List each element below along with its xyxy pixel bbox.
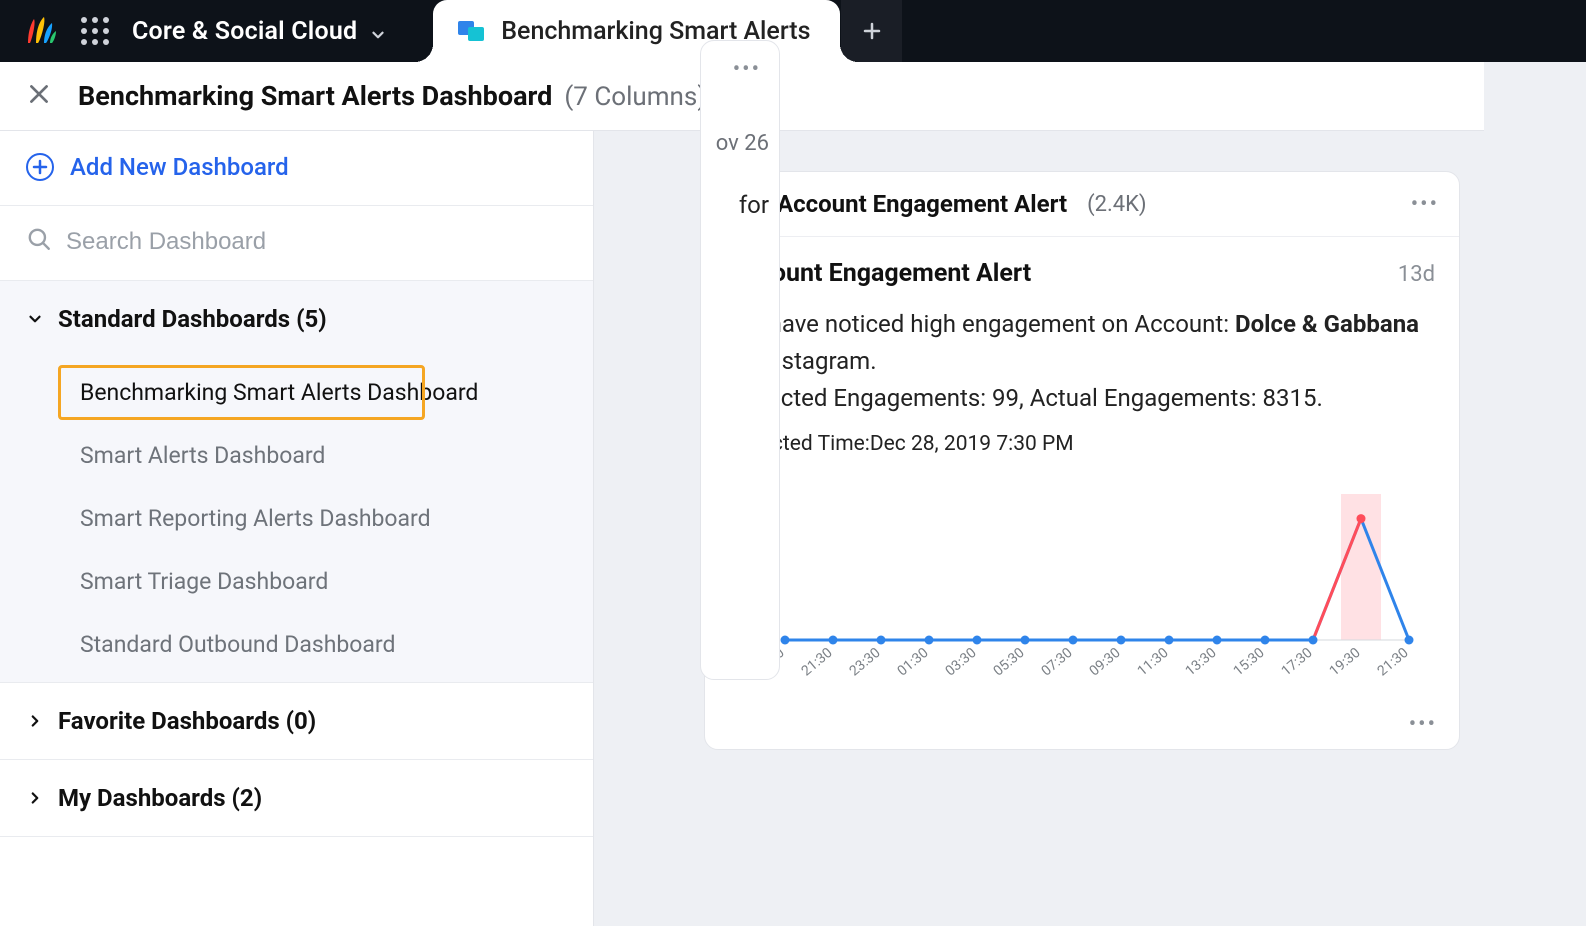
engagement-chart: 010K19:3021:3023:3001:3003:3005:3007:300… [729,486,1435,702]
chevron-down-icon [369,22,387,40]
page-column-count: (7 Columns) [564,82,706,112]
close-button[interactable] [26,81,52,111]
section-header-favorite[interactable]: Favorite Dashboards (0) [0,683,593,759]
section-label: Favorite Dashboards (0) [58,707,316,735]
card-header: Account Engagement Alert (2.4K) ••• [705,172,1459,237]
sidebar-item-smart-triage[interactable]: Smart Triage Dashboard [0,550,593,613]
alert-line2: Expected Engagements: 99, Actual Engagem… [729,384,1323,412]
pulse-icon [725,186,761,222]
svg-text:10K: 10K [745,486,775,505]
card-title: Account Engagement Alert [777,190,1067,218]
page-header: Benchmarking Smart Alerts Dashboard (7 C… [0,62,1484,131]
topbar-left: Core & Social Cloud [0,0,433,62]
alert-title: Account Engagement Alert [729,259,1031,288]
workspace-switcher[interactable]: Core & Social Cloud [132,17,411,46]
svg-text:07:30: 07:30 [1039,644,1076,679]
svg-text:09:30: 09:30 [1087,644,1124,679]
sidebar-item-benchmarking[interactable]: Benchmarking Smart Alerts Dashboard [0,361,593,424]
chevron-down-icon [26,310,44,328]
card-count: (2.4K) [1087,192,1147,217]
alert-account-name: Dolce & Gabbana [1235,310,1419,338]
sidebar-item-smart-reporting[interactable]: Smart Reporting Alerts Dashboard [0,487,593,550]
add-dashboard-button[interactable]: Add New Dashboard [0,131,593,206]
favorite-star-button[interactable] [746,81,772,111]
alert-description: We have noticed high engagement on Accou… [729,306,1435,418]
section-header-my[interactable]: My Dashboards (2) [0,760,593,836]
search-icon [26,226,52,258]
card-footer-more-button[interactable]: ••• [705,712,1459,749]
alert-heading-row: Account Engagement Alert 13d [729,259,1435,288]
chevron-right-icon [26,789,44,807]
page-title-wrap: Benchmarking Smart Alerts Dashboard (7 C… [78,80,706,112]
section-standard: Standard Dashboards (5) Benchmarking Sma… [0,281,593,683]
top-bar: Core & Social Cloud Benchmarking Smart A… [0,0,1586,62]
svg-text:11:30: 11:30 [1135,644,1172,679]
alert-age: 13d [1398,262,1435,287]
svg-text:03:30: 03:30 [943,644,980,679]
section-label: Standard Dashboards (5) [58,305,327,333]
sidebar-item-smart-alerts[interactable]: Smart Alerts Dashboard [0,424,593,487]
add-dashboard-label: Add New Dashboard [70,153,289,181]
plus-circle-icon [26,153,54,181]
chevron-right-icon [26,712,44,730]
card-more-button[interactable]: ••• [1411,192,1439,217]
svg-text:23:30: 23:30 [847,644,884,679]
svg-text:17:30: 17:30 [1279,644,1316,679]
svg-text:05:30: 05:30 [991,644,1028,679]
section-label: My Dashboards (2) [58,784,262,812]
svg-text:21:30: 21:30 [1375,644,1412,679]
card-body: Account Engagement Alert 13d We have not… [705,237,1459,712]
svg-text:21:30: 21:30 [799,644,836,679]
app-logo-icon[interactable] [22,13,58,49]
alert-line1-pre: We have noticed high engagement on Accou… [729,310,1235,338]
right-column: Account Engagement Alert (2.4K) ••• Acco… [594,131,1484,750]
standard-list: Benchmarking Smart Alerts Dashboard Smar… [0,357,593,682]
dashboard-sidebar: Add New Dashboard Standard Dashboards (5… [0,131,594,926]
main-area: Add New Dashboard Standard Dashboards (5… [0,131,1484,926]
sidebar-item-standard-outbound[interactable]: Standard Outbound Dashboard [0,613,593,676]
workspace-label: Core & Social Cloud [132,17,357,46]
alert-card: Account Engagement Alert (2.4K) ••• Acco… [704,171,1460,750]
section-header-standard[interactable]: Standard Dashboards (5) [0,281,593,357]
svg-text:13:30: 13:30 [1183,644,1220,679]
svg-text:01:30: 01:30 [895,644,932,679]
svg-text:19:30: 19:30 [1327,644,1364,679]
svg-text:15:30: 15:30 [1231,644,1268,679]
page-title: Benchmarking Smart Alerts Dashboard [78,80,552,112]
apps-grid-icon[interactable] [80,16,110,46]
section-my: My Dashboards (2) [0,760,593,837]
search-dashboard[interactable] [0,206,593,281]
section-favorite: Favorite Dashboards (0) [0,683,593,760]
tab-active[interactable]: Benchmarking Smart Alerts [433,0,840,62]
alert-line1-post: on Instagram. [729,347,877,375]
alert-detected-time: Detected Time:Dec 28, 2019 7:30 PM [729,432,1435,456]
tab-label: Benchmarking Smart Alerts [501,17,810,46]
chat-columns-icon [457,19,485,43]
search-dashboard-input[interactable] [66,228,567,256]
